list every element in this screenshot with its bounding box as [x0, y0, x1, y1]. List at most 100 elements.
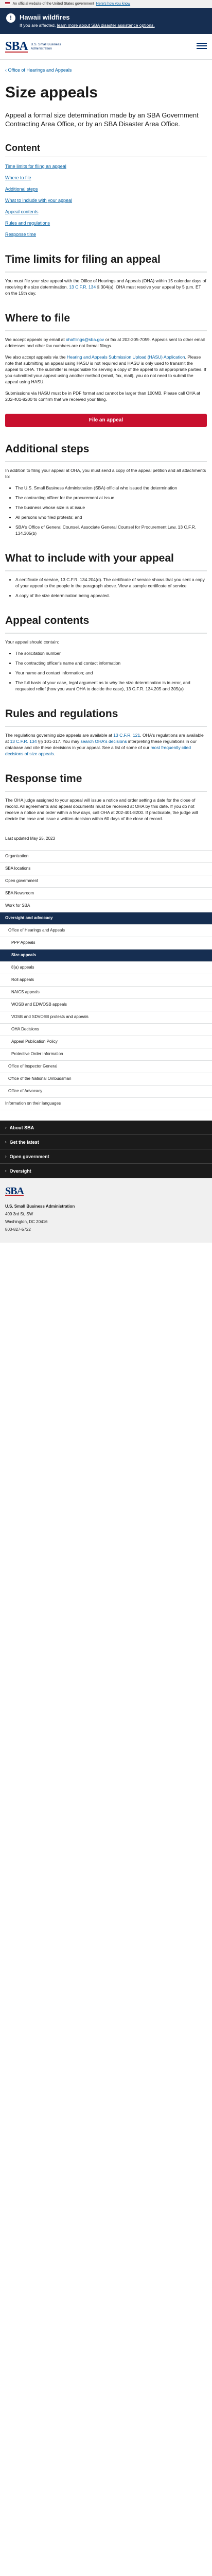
section-divider — [5, 726, 207, 727]
section-heading: Additional steps — [5, 443, 90, 455]
gov-banner: An official website of the United States… — [0, 0, 212, 8]
list-item: A certificate of service, 13 C.F.R. 134.… — [15, 577, 207, 589]
toc-link-rules[interactable]: Rules and regulations — [5, 221, 50, 226]
sidenav-item-oha-decisions[interactable]: OHA Decisions — [0, 1024, 212, 1036]
toc-link-appeal-contents[interactable]: Appeal contents — [5, 209, 39, 214]
oha-email-link[interactable]: ohafilings@sba.gov — [66, 337, 104, 342]
sidenav-item-ppp-appeals[interactable]: PPP Appeals — [0, 937, 212, 950]
list-item: The contracting officer's name and conta… — [15, 660, 207, 666]
chevron-right-icon: › — [5, 1168, 7, 1173]
heres-how-you-know-link[interactable]: Here's how you know — [96, 2, 130, 6]
alert-link[interactable]: learn more about SBA disaster assistance… — [57, 23, 155, 28]
contents-intro: Your appeal should contain: — [5, 639, 59, 645]
section-appeal-contents: Appeal contents Your appeal should conta… — [5, 614, 207, 692]
table-of-contents: Content Time limits for filing an appeal… — [5, 143, 207, 238]
cfr-134-link[interactable]: 13 C.F.R. 134 — [69, 284, 96, 290]
sidenav-item-inspector-general[interactable]: Office of Inspector General — [0, 1061, 212, 1073]
site-header: SBA U.S. Small Business Administration — [0, 34, 212, 60]
sidenav-item-sba-locations[interactable]: SBA locations — [0, 863, 212, 875]
section-additional-steps: Additional steps In addition to filing y… — [5, 443, 207, 536]
us-flag-icon — [5, 2, 10, 6]
sidenav-item-oversight[interactable]: Oversight and advocacy — [0, 912, 212, 925]
toc-link-additional-steps[interactable]: Additional steps — [5, 187, 38, 192]
hawaii-wildfires-alert: ! Hawaii wildfires If you are affected, … — [0, 8, 212, 34]
hamburger-menu-icon[interactable] — [197, 41, 207, 52]
footer-nav-open-government[interactable]: › Open government — [0, 1149, 212, 1164]
section-heading: Appeal contents — [5, 615, 90, 626]
list-item: The contracting officer for the procurem… — [15, 495, 207, 501]
footer-address-line2: Washington, DC 20416 — [5, 1219, 48, 1224]
page-lead: Appeal a formal size determination made … — [5, 111, 199, 128]
sba-logo[interactable]: SBA U.S. Small Business Administration — [5, 40, 61, 54]
section-heading: Time limits for filing an appeal — [5, 253, 161, 265]
additional-intro: In addition to filing your appeal at OHA… — [5, 468, 206, 479]
list-item: Your name and contact information; and — [15, 670, 207, 676]
file-an-appeal-button[interactable]: File an appeal — [5, 414, 207, 427]
alert-text: If you are affected, learn more about SB… — [20, 23, 155, 28]
gov-banner-text: An official website of the United States… — [12, 2, 94, 6]
info-icon: ! — [6, 13, 15, 23]
sidenav-item-protective-order[interactable]: Protective Order Information — [0, 1048, 212, 1061]
list-item: All persons who filed protests; and — [15, 514, 207, 520]
footer-address-line1: 409 3rd St, SW — [5, 1212, 33, 1216]
sidenav-item-newsroom[interactable]: SBA Newsroom — [0, 888, 212, 900]
side-navigation: Organization SBA locations Open governme… — [0, 850, 212, 1110]
sidenav-item-organization[interactable]: Organization — [0, 851, 212, 863]
footer-sba-logo[interactable]: SBA — [5, 1185, 24, 1197]
sidenav-item-publication-policy[interactable]: Appeal Publication Policy — [0, 1036, 212, 1048]
footer-nav-about-sba[interactable]: › About SBA — [0, 1121, 212, 1135]
sidenav-item-languages[interactable]: Information on their languages — [0, 1098, 212, 1110]
section-what-to-include: What to include with your appeal A certi… — [5, 552, 207, 599]
section-where-to-file: Where to file We accept appeals by email… — [5, 312, 207, 402]
footer-org-name: U.S. Small Business Administration — [5, 1204, 75, 1209]
sidenav-item-advocacy[interactable]: Office of Advocacy — [0, 1086, 212, 1098]
sidenav-item-work-for-sba[interactable]: Work for SBA — [0, 900, 212, 912]
cfr-134-link[interactable]: 13 C.F.R. 134 — [10, 739, 37, 744]
where-email-text: We accept appeals by email at ohafilings… — [5, 337, 205, 348]
toc-heading: Content — [5, 143, 40, 153]
section-divider — [5, 461, 207, 462]
list-item: The U.S. Small Business Administration (… — [15, 485, 207, 491]
section-heading: Where to file — [5, 312, 70, 324]
section-time-limits: Time limits for filing an appeal You mus… — [5, 253, 207, 296]
sidenav-item-ombudsman[interactable]: Office of the National Ombudsman — [0, 1073, 212, 1086]
toc-link-time-limits[interactable]: Time limits for filing an appeal — [5, 164, 66, 169]
agency-name: U.S. Small Business Administration — [30, 42, 61, 50]
section-response-time: Response time The OHA judge assigned to … — [5, 772, 207, 822]
footer-nav-oversight[interactable]: › Oversight — [0, 1164, 212, 1178]
toc-link-what-to-include[interactable]: What to include with your appeal — [5, 198, 72, 203]
sidenav-item-size-appeals[interactable]: Size appeals — [0, 950, 212, 962]
list-item: SBA's Office of General Counsel, Associa… — [15, 524, 207, 536]
cfr-121-link[interactable]: 13 C.F.R. 121 — [113, 733, 140, 738]
sidenav-item-naics-appeals[interactable]: NAICS appeals — [0, 987, 212, 999]
section-divider — [5, 272, 207, 273]
section-divider — [5, 633, 207, 634]
chevron-right-icon: › — [5, 1154, 7, 1159]
sidenav-item-open-government[interactable]: Open government — [0, 875, 212, 888]
breadcrumb-back-link[interactable]: ‹ Office of Hearings and Appeals — [5, 67, 207, 74]
footer-nav-get-latest[interactable]: › Get the latest — [0, 1135, 212, 1149]
footer-navigation: › About SBA › Get the latest › Open governm… — [0, 1121, 212, 1178]
page-title: Size appeals — [5, 84, 98, 101]
time-limits-text: You must file your size appeal with the … — [5, 278, 206, 296]
last-updated: Last updated May 25, 2023 — [5, 836, 55, 841]
footer-info: SBA U.S. Small Business Administration 4… — [0, 1178, 212, 1243]
toc-link-response-time[interactable]: Response time — [5, 232, 36, 237]
section-divider — [5, 570, 207, 571]
toc-link-where-to-file[interactable]: Where to file — [5, 175, 31, 180]
footer-phone: 800-827-5722 — [5, 1227, 31, 1232]
sidenav-item-vosb-appeals[interactable]: VOSB and SDVOSB protests and appeals — [0, 1011, 212, 1024]
alert-title: Hawaii wildfires — [20, 13, 70, 21]
search-oha-decisions-link[interactable]: search OHA's decisions — [81, 739, 127, 744]
hasu-link[interactable]: Hearing and Appeals Submission Upload (H… — [67, 354, 185, 360]
sba-logo-mark: SBA — [5, 40, 28, 53]
sidenav-item-oha[interactable]: Office of Hearings and Appeals — [0, 925, 212, 937]
sidenav-item-8a-appeals[interactable]: 8(a) appeals — [0, 962, 212, 974]
section-divider — [5, 330, 207, 331]
section-heading: Response time — [5, 773, 82, 785]
sidenav-item-roll-appeals[interactable]: Roll appeals — [0, 974, 212, 987]
where-pdf-text: Submissions via HASU must be in PDF form… — [5, 391, 200, 402]
sidenav-item-wosb-appeals[interactable]: WOSB and EDWOSB appeals — [0, 999, 212, 1011]
section-heading: Rules and regulations — [5, 708, 118, 720]
rules-text: The regulations governing size appeals a… — [5, 733, 204, 756]
